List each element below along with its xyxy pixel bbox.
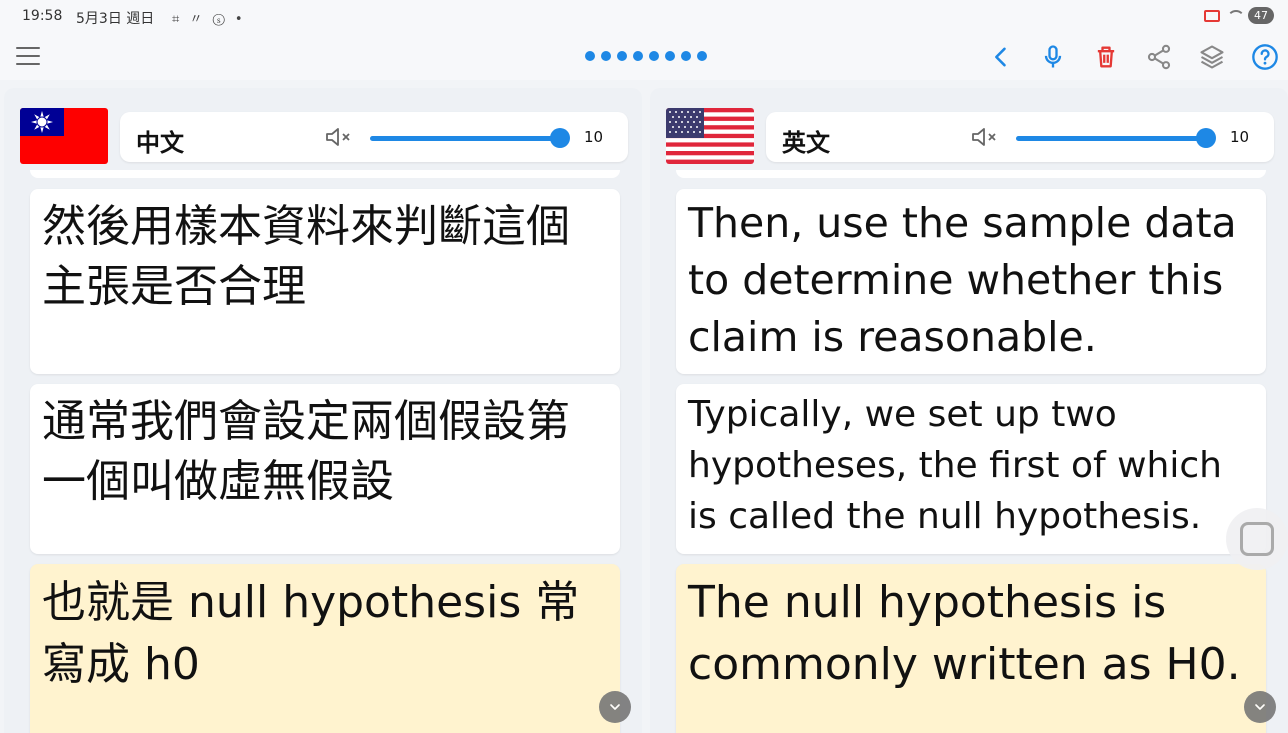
source-language-bar: 中文 10 bbox=[120, 112, 628, 162]
wifi-icon bbox=[1226, 9, 1245, 22]
page-dot bbox=[681, 51, 691, 61]
page-dot bbox=[649, 51, 659, 61]
page-dot bbox=[617, 51, 627, 61]
page-dot bbox=[697, 51, 707, 61]
status-time: 19:58 bbox=[22, 8, 63, 24]
target-card[interactable]: Typically, we set up two hypotheses, the… bbox=[676, 384, 1266, 554]
target-language-label[interactable]: 英文 bbox=[782, 123, 830, 158]
target-card-active[interactable]: The null hypothesis is commonly written … bbox=[676, 564, 1266, 733]
source-language-label[interactable]: 中文 bbox=[136, 123, 184, 158]
source-card[interactable]: 通常我們會設定兩個假設第一個叫做虛無假設 bbox=[30, 384, 620, 554]
square-icon bbox=[1240, 522, 1274, 556]
target-volume-value: 10 bbox=[1230, 128, 1250, 146]
status-date: 5月3日 週日 bbox=[76, 11, 155, 27]
source-card-text: 然後用樣本資料來判斷這個主張是否合理 bbox=[42, 201, 570, 312]
back-icon[interactable] bbox=[984, 40, 1018, 74]
source-card-text: 也就是 null hypothesis 常寫成 h0 bbox=[42, 577, 580, 690]
slider-knob[interactable] bbox=[1196, 128, 1216, 148]
floating-assistant-button[interactable] bbox=[1226, 508, 1288, 570]
battery-indicator: 47 bbox=[1248, 7, 1274, 24]
share-icon[interactable] bbox=[1142, 40, 1176, 74]
target-language-bar: 英文 10 bbox=[766, 112, 1274, 162]
source-card-active[interactable]: 也就是 null hypothesis 常寫成 h0 bbox=[30, 564, 620, 733]
microphone-icon[interactable] bbox=[1036, 40, 1070, 74]
page-dot bbox=[601, 51, 611, 61]
source-card-text: 通常我們會設定兩個假設第一個叫做虛無假設 bbox=[42, 396, 570, 507]
target-panel: 英文 10 Then, use the sample data to deter… bbox=[650, 88, 1288, 733]
scroll-down-icon[interactable] bbox=[1244, 691, 1276, 723]
slider-track bbox=[370, 136, 560, 141]
previous-card-edge bbox=[30, 170, 620, 178]
page-dot bbox=[633, 51, 643, 61]
slider-knob[interactable] bbox=[550, 128, 570, 148]
usa-flag-icon[interactable] bbox=[666, 108, 754, 164]
taiwan-flag-icon[interactable] bbox=[20, 108, 108, 164]
toolbar bbox=[0, 34, 1288, 80]
target-card-text: Then, use the sample data to determine w… bbox=[688, 199, 1237, 361]
slider-track bbox=[1016, 136, 1206, 141]
source-volume-slider[interactable] bbox=[370, 128, 570, 148]
layers-icon[interactable] bbox=[1195, 40, 1229, 74]
previous-card-edge bbox=[676, 170, 1266, 178]
status-bar: 19:58 5月3日 週日 ⌗ 〃 ⓢ • 47 bbox=[0, 0, 1288, 34]
target-card[interactable]: Then, use the sample data to determine w… bbox=[676, 189, 1266, 374]
page-dot bbox=[585, 51, 595, 61]
cast-icon bbox=[1204, 9, 1220, 22]
source-volume-value: 10 bbox=[584, 128, 604, 146]
target-volume-slider[interactable] bbox=[1016, 128, 1216, 148]
trash-icon[interactable] bbox=[1089, 40, 1123, 74]
notification-icons: ⌗ 〃 ⓢ • bbox=[172, 12, 246, 27]
source-panel: 中文 10 然後用樣本資料來判斷這個主張是否合理 通常我們會設定兩個假設第一個叫… bbox=[4, 88, 642, 733]
source-card[interactable]: 然後用樣本資料來判斷這個主張是否合理 bbox=[30, 189, 620, 374]
mute-icon[interactable] bbox=[970, 125, 1000, 149]
page-dot bbox=[665, 51, 675, 61]
help-icon[interactable] bbox=[1248, 40, 1282, 74]
target-card-text: Typically, we set up two hypotheses, the… bbox=[688, 394, 1222, 537]
mute-icon[interactable] bbox=[324, 125, 354, 149]
target-card-text: The null hypothesis is commonly written … bbox=[688, 577, 1241, 690]
scroll-down-icon[interactable] bbox=[599, 691, 631, 723]
page-indicator bbox=[585, 51, 707, 61]
menu-icon[interactable] bbox=[16, 47, 40, 67]
